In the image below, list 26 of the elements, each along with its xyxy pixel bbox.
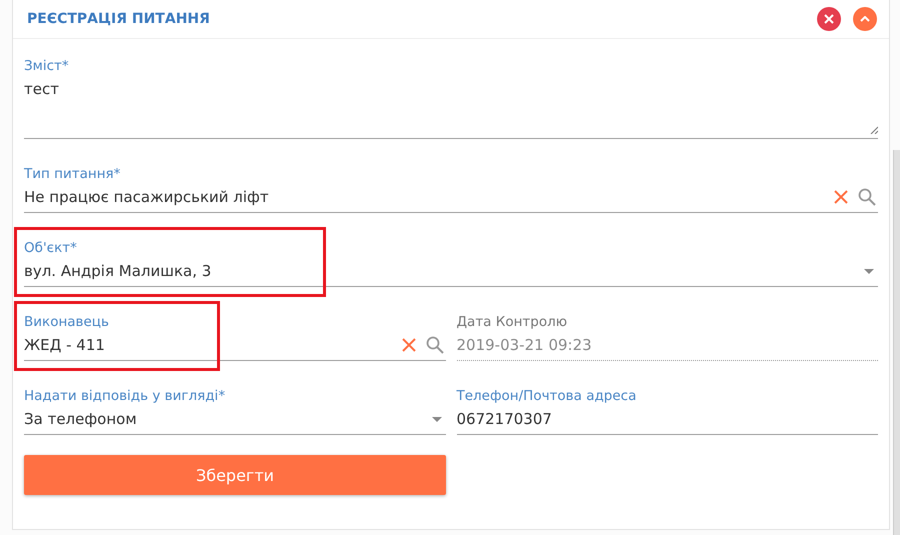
field-label: Зміст* — [24, 57, 69, 75]
input-field[interactable]: 0672170307 — [456, 405, 878, 435]
caret-icon[interactable] — [864, 268, 874, 274]
caret-icon[interactable] — [432, 416, 442, 422]
dropdown[interactable]: За телефоном — [24, 405, 446, 435]
field-label: Об'єкт* — [24, 239, 77, 257]
chevron-up-icon — [860, 16, 870, 22]
field-label: Виконавець — [24, 313, 109, 331]
collapse-button[interactable] — [853, 7, 877, 31]
clear-icon[interactable] — [402, 338, 416, 352]
field-label: Надати відповідь у вигляді* — [24, 387, 226, 405]
input-field[interactable]: тест — [24, 75, 878, 139]
input-field[interactable]: ЖЕД - 411 — [24, 331, 446, 361]
panel-title: РЕЄСТРАЦІЯ ПИТАННЯ — [27, 11, 211, 27]
scrollbar-thumb[interactable] — [893, 150, 900, 535]
input-field[interactable]: Не працює пасажирський ліфт — [24, 183, 878, 213]
clear-icon[interactable] — [834, 190, 848, 204]
field-label: Дата Контролю — [456, 313, 568, 331]
field-label: Тип питання* — [24, 165, 120, 183]
close-icon — [824, 14, 834, 24]
search-icon[interactable] — [858, 188, 876, 206]
search-icon[interactable] — [426, 336, 444, 354]
close-button[interactable] — [817, 7, 841, 31]
dropdown[interactable]: вул. Андрія Малишка, 3 — [24, 257, 878, 287]
field-label: Телефон/Почтова адреса — [456, 387, 636, 405]
resize-handle-icon[interactable] — [870, 126, 878, 134]
